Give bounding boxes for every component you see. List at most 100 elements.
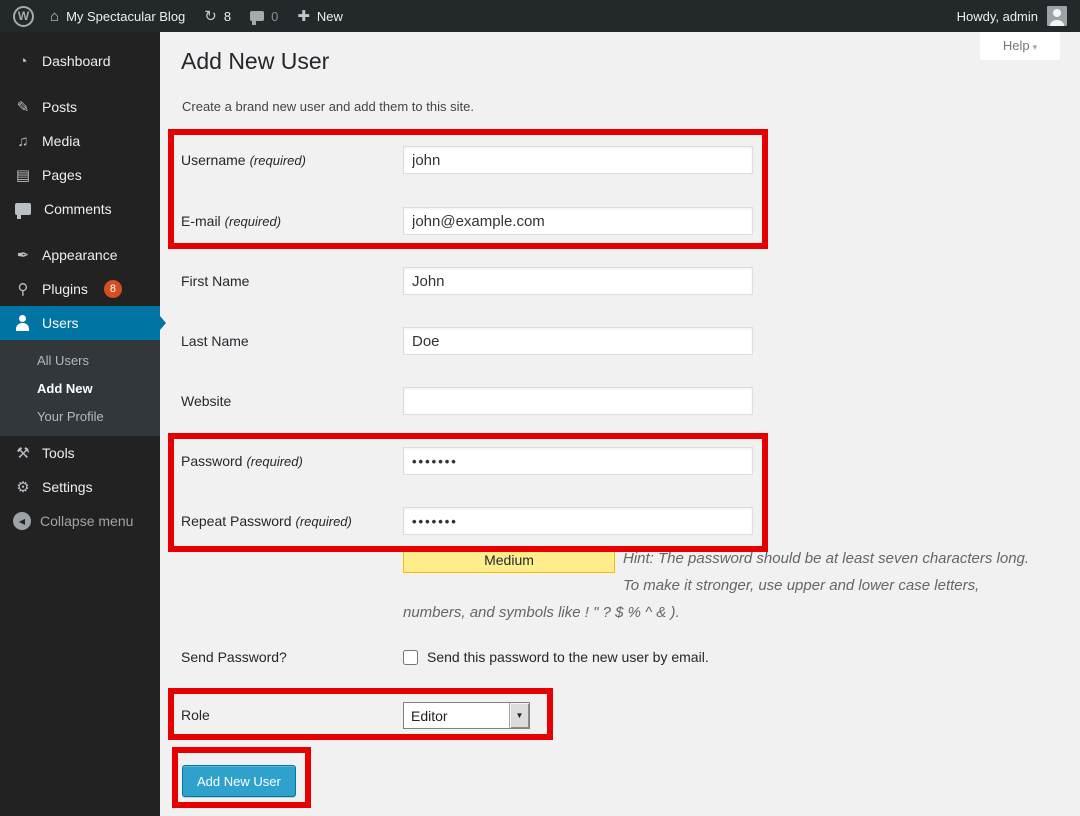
updates-link[interactable]: ↻ 8 — [204, 9, 231, 24]
settings-icon: ⚙ — [13, 480, 33, 495]
sidebar-item-plugins[interactable]: ⚲ Plugins 8 — [0, 272, 160, 306]
required-hint: (required) — [250, 153, 306, 168]
chevron-down-icon: ▾ — [1033, 42, 1038, 52]
help-button[interactable]: Help▾ — [980, 32, 1060, 60]
sidebar-item-label: Plugins — [42, 281, 88, 297]
send-password-label: Send Password? — [181, 648, 287, 667]
admin-menu-sidebar: ◔ Dashboard ✎ Posts ♫ Media ▤ Pages Comm… — [0, 32, 160, 816]
menu-separator — [0, 226, 160, 238]
submenu-item-your-profile[interactable]: Your Profile — [0, 402, 160, 430]
posts-icon: ✎ — [13, 100, 33, 115]
website-input[interactable] — [403, 387, 753, 415]
comment-count: 0 — [271, 9, 278, 24]
submenu-item-add-new[interactable]: Add New — [0, 374, 160, 402]
site-name-link[interactable]: ⌂ My Spectacular Blog — [50, 9, 185, 24]
collapse-menu-button[interactable]: ◀ Collapse menu — [0, 504, 160, 538]
email-label: E-mail(required) — [181, 207, 281, 236]
role-label: Role — [181, 702, 210, 729]
admin-bar: W ⌂ My Spectacular Blog ↻ 8 0 ✚ New Howd… — [0, 0, 1080, 32]
required-hint: (required) — [296, 514, 352, 529]
username-input[interactable] — [403, 146, 753, 174]
sidebar-item-comments[interactable]: Comments — [0, 192, 160, 226]
collapse-arrow-icon: ◀ — [13, 512, 31, 530]
password-input[interactable] — [403, 447, 753, 475]
comments-icon — [15, 203, 31, 215]
repeat-password-row: Repeat Password(required) — [181, 507, 1036, 535]
home-icon: ⌂ — [50, 9, 59, 24]
website-row: Website — [181, 387, 1036, 415]
first-name-row: First Name — [181, 267, 1036, 295]
password-label: Password(required) — [181, 447, 303, 476]
email-row: E-mail(required) — [181, 207, 1036, 235]
menu-separator — [0, 78, 160, 90]
pages-icon: ▤ — [13, 168, 33, 183]
account-menu[interactable]: Howdy, admin — [957, 6, 1067, 26]
media-icon: ♫ — [13, 134, 33, 149]
sidebar-item-label: Collapse menu — [40, 513, 133, 529]
avatar — [1047, 6, 1067, 26]
select-dropdown-button[interactable]: ▼ — [509, 703, 529, 728]
update-count: 8 — [224, 9, 231, 24]
users-icon — [13, 315, 33, 331]
website-label: Website — [181, 387, 231, 415]
plugins-update-badge: 8 — [104, 280, 122, 298]
first-name-label: First Name — [181, 267, 249, 295]
send-password-checkbox-label[interactable]: Send this password to the new user by em… — [427, 648, 709, 667]
username-label: Username(required) — [181, 146, 306, 175]
sidebar-item-label: Pages — [42, 167, 82, 183]
page-subtitle: Create a brand new user and add them to … — [182, 99, 474, 114]
required-hint: (required) — [225, 214, 281, 229]
updates-icon: ↻ — [204, 9, 217, 24]
sidebar-item-tools[interactable]: ⚒ Tools — [0, 436, 160, 470]
add-new-user-button[interactable]: Add New User — [182, 765, 296, 797]
password-strength-area: Medium Hint: The password should be at l… — [403, 545, 1035, 626]
username-row: Username(required) — [181, 146, 1036, 174]
sidebar-item-posts[interactable]: ✎ Posts — [0, 90, 160, 124]
sidebar-item-dashboard[interactable]: ◔ Dashboard — [0, 44, 160, 78]
plus-icon: ✚ — [297, 9, 310, 24]
sidebar-item-label: Posts — [42, 99, 77, 115]
caret-down-icon: ▼ — [516, 711, 524, 720]
dashboard-icon: ◔ — [13, 54, 33, 69]
sidebar-item-label: Tools — [42, 445, 75, 461]
site-name: My Spectacular Blog — [66, 9, 185, 24]
menu-separator — [0, 32, 160, 44]
sidebar-item-label: Media — [42, 133, 80, 149]
sidebar-item-pages[interactable]: ▤ Pages — [0, 158, 160, 192]
admin-menu: ◔ Dashboard ✎ Posts ♫ Media ▤ Pages Comm… — [0, 32, 160, 538]
sidebar-item-label: Dashboard — [42, 53, 111, 69]
sidebar-item-label: Users — [42, 315, 79, 331]
wordpress-logo-icon[interactable]: W — [13, 6, 34, 27]
repeat-password-label: Repeat Password(required) — [181, 507, 352, 536]
role-selected-value: Editor — [411, 708, 448, 724]
last-name-label: Last Name — [181, 327, 249, 355]
first-name-input[interactable] — [403, 267, 753, 295]
repeat-password-input[interactable] — [403, 507, 753, 535]
users-submenu: All Users Add New Your Profile — [0, 340, 160, 436]
help-label: Help — [1003, 38, 1030, 53]
role-select[interactable]: Editor ▼ — [403, 702, 530, 729]
comments-link[interactable]: 0 — [250, 9, 278, 24]
sidebar-item-appearance[interactable]: ✒ Appearance — [0, 238, 160, 272]
role-row: Role Editor ▼ — [181, 702, 1036, 729]
send-password-row: Send Password? Send this password to the… — [181, 648, 1036, 668]
plugins-icon: ⚲ — [13, 282, 33, 297]
last-name-row: Last Name — [181, 327, 1036, 355]
new-label: New — [317, 9, 343, 24]
submenu-item-all-users[interactable]: All Users — [0, 346, 160, 374]
new-content-link[interactable]: ✚ New — [297, 9, 343, 24]
strength-meter-wrap: Medium — [403, 545, 623, 598]
required-hint: (required) — [246, 454, 302, 469]
sidebar-item-users[interactable]: Users — [0, 306, 160, 340]
page-title: Add New User — [181, 48, 329, 75]
send-password-checkbox[interactable] — [403, 650, 418, 665]
sidebar-item-label: Appearance — [42, 247, 118, 263]
email-field[interactable] — [403, 207, 753, 235]
sidebar-item-settings[interactable]: ⚙ Settings — [0, 470, 160, 504]
last-name-input[interactable] — [403, 327, 753, 355]
password-row: Password(required) — [181, 447, 1036, 475]
comment-bubble-icon — [250, 11, 264, 21]
appearance-icon: ✒ — [13, 248, 33, 263]
tools-icon: ⚒ — [13, 446, 33, 461]
sidebar-item-media[interactable]: ♫ Media — [0, 124, 160, 158]
